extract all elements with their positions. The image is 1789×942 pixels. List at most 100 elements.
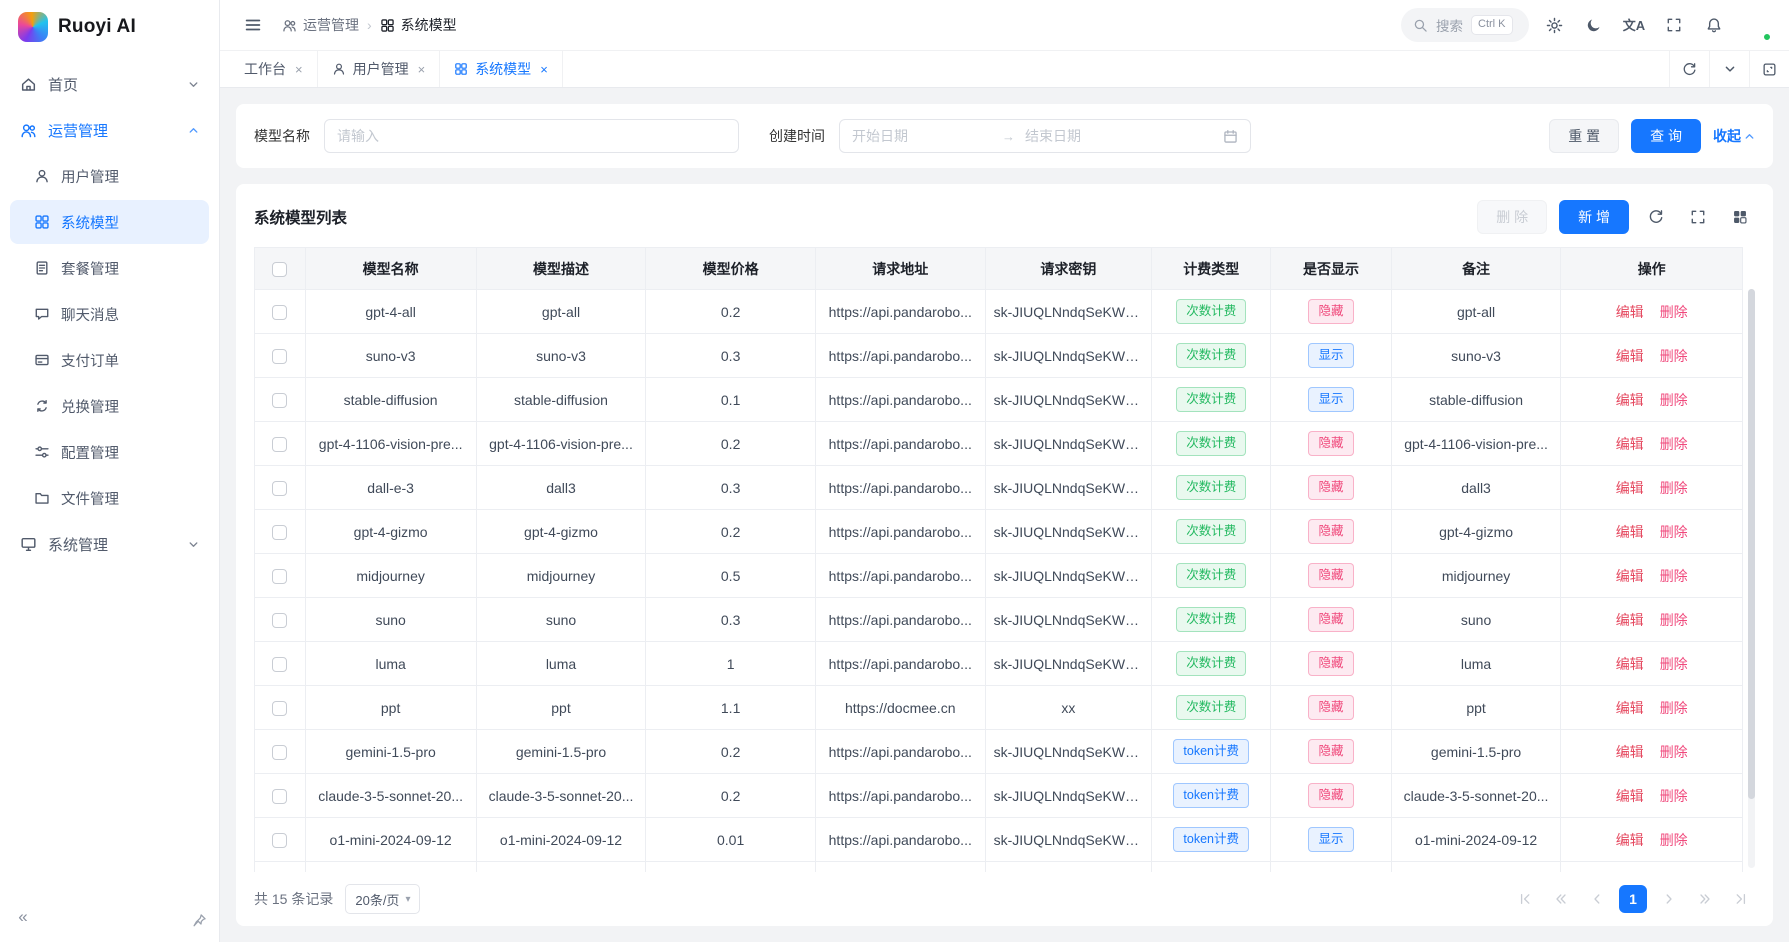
row-checkbox[interactable] xyxy=(272,701,287,716)
tabs-dropdown-chevron-icon[interactable] xyxy=(1709,51,1749,87)
close-icon[interactable]: × xyxy=(295,63,303,76)
page-size-select[interactable]: 20条/页 ▾ xyxy=(345,884,420,914)
cell-model-price: 0.01 xyxy=(646,818,816,862)
delete-link[interactable]: 删除 xyxy=(1660,434,1688,454)
next-page-icon[interactable] xyxy=(1655,885,1683,913)
tabs-refresh-icon[interactable] xyxy=(1669,51,1709,87)
edit-link[interactable]: 编辑 xyxy=(1616,786,1644,806)
delete-link[interactable]: 删除 xyxy=(1660,698,1688,718)
delete-link[interactable]: 删除 xyxy=(1660,786,1688,806)
last-page-icon[interactable] xyxy=(1727,885,1755,913)
edit-link[interactable]: 编辑 xyxy=(1616,742,1644,762)
date-range-picker[interactable]: → xyxy=(839,119,1251,153)
delete-link[interactable]: 删除 xyxy=(1660,302,1688,322)
edit-link[interactable]: 编辑 xyxy=(1616,434,1644,454)
row-checkbox[interactable] xyxy=(272,525,287,540)
row-checkbox[interactable] xyxy=(272,481,287,496)
sidebar-item-user-management[interactable]: 用户管理 xyxy=(10,154,209,198)
sidebar-item-label: 首页 xyxy=(48,74,177,95)
edit-link[interactable]: 编辑 xyxy=(1616,522,1644,542)
edit-link[interactable]: 编辑 xyxy=(1616,610,1644,630)
delete-link[interactable]: 删除 xyxy=(1660,830,1688,850)
row-checkbox[interactable] xyxy=(272,569,287,584)
end-date-input[interactable] xyxy=(1025,128,1165,144)
prev-page-icon[interactable] xyxy=(1583,885,1611,913)
row-checkbox[interactable] xyxy=(272,305,287,320)
sidebar-item-system-model[interactable]: 系统模型 xyxy=(10,200,209,244)
page-number-button[interactable]: 1 xyxy=(1619,885,1647,913)
delete-link[interactable]: 删除 xyxy=(1660,346,1688,366)
select-all-checkbox[interactable] xyxy=(272,262,287,277)
edit-link[interactable]: 编辑 xyxy=(1616,302,1644,322)
sidebar-item-payment-orders[interactable]: 支付订单 xyxy=(10,338,209,382)
edit-link[interactable]: 编辑 xyxy=(1616,478,1644,498)
delete-link[interactable]: 删除 xyxy=(1660,654,1688,674)
translate-icon[interactable]: 文A xyxy=(1619,10,1649,40)
sidebar-item-home[interactable]: 首页 xyxy=(10,62,209,106)
row-checkbox[interactable] xyxy=(272,789,287,804)
dark-mode-moon-icon[interactable] xyxy=(1579,10,1609,40)
content-fullscreen-icon[interactable] xyxy=(1749,51,1789,87)
row-checkbox[interactable] xyxy=(272,437,287,452)
row-checkbox[interactable] xyxy=(272,613,287,628)
add-button[interactable]: 新 增 xyxy=(1559,200,1629,234)
tab-system-model[interactable]: 系统模型 × xyxy=(440,51,563,87)
column-settings-icon[interactable] xyxy=(1725,202,1755,232)
pin-sidebar-icon[interactable] xyxy=(192,913,207,928)
user-avatar[interactable] xyxy=(1739,9,1771,41)
sidebar-item-chat-messages[interactable]: 聊天消息 xyxy=(10,292,209,336)
delete-link[interactable]: 删除 xyxy=(1660,566,1688,586)
delete-link[interactable]: 删除 xyxy=(1660,742,1688,762)
sidebar-collapse-button[interactable]: « xyxy=(10,904,36,930)
tab-workbench[interactable]: 工作台 × xyxy=(230,51,318,87)
settings-gear-icon[interactable] xyxy=(1539,10,1569,40)
select-all-header xyxy=(255,248,306,290)
row-checkbox[interactable] xyxy=(272,349,287,364)
delete-link[interactable]: 删除 xyxy=(1660,610,1688,630)
global-search-button[interactable]: 搜索 Ctrl K xyxy=(1401,8,1529,42)
hamburger-menu-icon[interactable] xyxy=(238,10,268,40)
sidebar-item-config-management[interactable]: 配置管理 xyxy=(10,430,209,474)
brand[interactable]: Ruoyi AI xyxy=(0,0,219,54)
first-page-icon[interactable] xyxy=(1511,885,1539,913)
sidebar-item-file-management[interactable]: 文件管理 xyxy=(10,476,209,520)
close-icon[interactable]: × xyxy=(540,63,548,76)
delete-link[interactable]: 删除 xyxy=(1660,390,1688,410)
edit-link[interactable]: 编辑 xyxy=(1616,566,1644,586)
delete-link[interactable]: 删除 xyxy=(1660,522,1688,542)
monitor-icon xyxy=(20,536,37,553)
sidebar-item-exchange-management[interactable]: 兑换管理 xyxy=(10,384,209,428)
close-icon[interactable]: × xyxy=(418,63,426,76)
edit-link[interactable]: 编辑 xyxy=(1616,698,1644,718)
sidebar-item-operations[interactable]: 运营管理 xyxy=(10,108,209,152)
sidebar-item-system-management[interactable]: 系统管理 xyxy=(10,522,209,566)
row-checkbox[interactable] xyxy=(272,745,287,760)
query-button[interactable]: 查 询 xyxy=(1631,119,1701,153)
delete-link[interactable]: 删除 xyxy=(1660,478,1688,498)
jump-next-icon[interactable] xyxy=(1691,885,1719,913)
tab-user-management[interactable]: 用户管理 × xyxy=(318,51,441,87)
row-checkbox[interactable] xyxy=(272,657,287,672)
notification-bell-icon[interactable] xyxy=(1699,10,1729,40)
breadcrumb-item-system-model[interactable]: 系统模型 xyxy=(380,15,457,35)
table-refresh-icon[interactable] xyxy=(1641,202,1671,232)
edit-link[interactable]: 编辑 xyxy=(1616,390,1644,410)
jump-prev-icon[interactable] xyxy=(1547,885,1575,913)
scrollbar-thumb[interactable] xyxy=(1748,289,1755,799)
start-date-input[interactable] xyxy=(852,128,992,144)
model-name-input[interactable] xyxy=(324,119,739,153)
table-fullscreen-icon[interactable] xyxy=(1683,202,1713,232)
row-checkbox[interactable] xyxy=(272,393,287,408)
breadcrumb-item-operations[interactable]: 运营管理 xyxy=(282,15,359,35)
bulk-delete-button[interactable]: 删 除 xyxy=(1477,200,1547,234)
sidebar-item-package-management[interactable]: 套餐管理 xyxy=(10,246,209,290)
fullscreen-icon[interactable] xyxy=(1659,10,1689,40)
row-checkbox[interactable] xyxy=(272,833,287,848)
collapse-filter-button[interactable]: 收起 xyxy=(1713,126,1755,146)
online-status-dot xyxy=(1762,32,1772,42)
table-scrollbar[interactable] xyxy=(1748,289,1755,868)
edit-link[interactable]: 编辑 xyxy=(1616,346,1644,366)
edit-link[interactable]: 编辑 xyxy=(1616,654,1644,674)
edit-link[interactable]: 编辑 xyxy=(1616,830,1644,850)
reset-button[interactable]: 重 置 xyxy=(1549,119,1619,153)
